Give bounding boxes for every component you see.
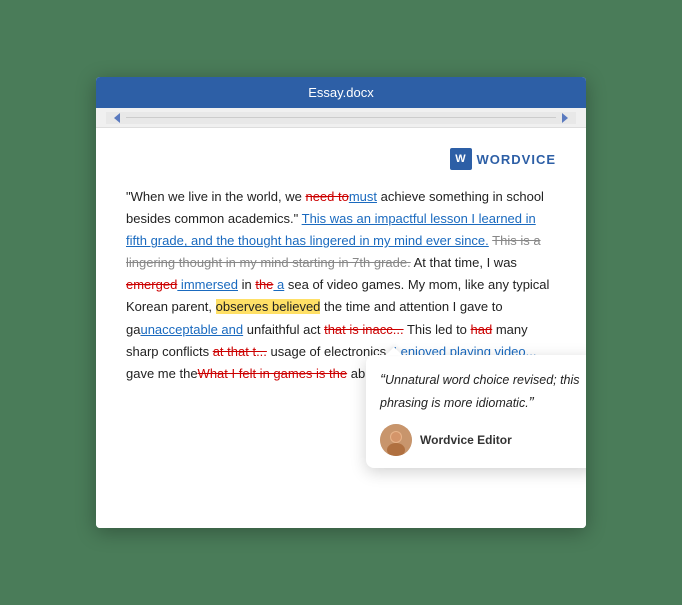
ruler-inner <box>106 112 576 124</box>
wordvice-text: WORDVICE <box>477 152 557 167</box>
tooltip-author-row: Wordvice Editor <box>380 424 582 456</box>
strikethrough-need-to: need to <box>305 189 348 204</box>
essay-this-led: This led to <box>404 322 471 337</box>
tooltip-arrow <box>386 347 402 355</box>
ruler-right-arrow <box>562 113 568 123</box>
essay-unfaithful: unfaithful act <box>243 322 324 337</box>
essay-gave: gave me the <box>126 366 198 381</box>
strikethrough-inac: that is inacc... <box>324 322 403 337</box>
wordvice-logo: W WORDVICE <box>126 148 556 170</box>
inserted-a: a <box>273 277 284 292</box>
editor-avatar <box>380 424 412 456</box>
ruler <box>96 108 586 128</box>
strikethrough-what-felt: What I felt in games is the <box>198 366 348 381</box>
document-title: Essay.docx <box>308 85 374 100</box>
document-content: W WORDVICE "When we live in the world, w… <box>96 128 586 528</box>
tooltip-quote-text: Unnatural word choice revised; this phra… <box>380 369 582 414</box>
ruler-line <box>126 117 556 118</box>
ruler-left-arrow <box>114 113 120 123</box>
strikethrough-the: the <box>255 277 273 292</box>
avatar-svg <box>380 424 412 456</box>
strikethrough-emerged: emerged <box>126 277 177 292</box>
document-window: Essay.docx W WORDVICE "When we live in t… <box>96 77 586 528</box>
essay-in: in <box>238 277 255 292</box>
essay-opening: "When we live in the world, we <box>126 189 305 204</box>
title-bar: Essay.docx <box>96 77 586 108</box>
inserted-must: must <box>349 189 377 204</box>
wordvice-icon: W <box>450 148 472 170</box>
underline-unacceptable[interactable]: unacceptable and <box>140 322 243 337</box>
strikethrough-had: had <box>471 322 493 337</box>
highlight-observes-believed: observes believed <box>216 299 321 314</box>
essay-at-that-time: At that time, I was <box>411 255 517 270</box>
strikethrough-at-that: at that t... <box>213 344 267 359</box>
editor-name: Wordvice Editor <box>420 433 512 447</box>
inserted-immersed: immersed <box>177 277 238 292</box>
tooltip-box: Unnatural word choice revised; this phra… <box>366 355 586 468</box>
